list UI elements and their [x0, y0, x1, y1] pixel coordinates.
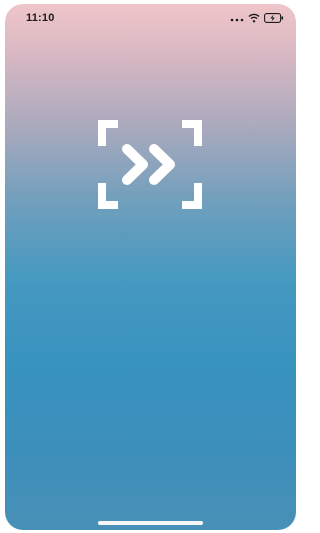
chevron-left-arrow — [122, 144, 148, 185]
status-icons — [230, 13, 284, 25]
chevron-right-arrow — [149, 144, 175, 185]
wifi-icon — [248, 10, 260, 28]
frame-corner-bottom-left — [98, 183, 118, 209]
status-time: 11:10 — [26, 12, 55, 24]
frame-corner-top-right — [182, 120, 202, 146]
frame-corner-top-left — [98, 120, 118, 146]
frame-corner-bottom-right — [182, 183, 202, 209]
splash-screen: 11:10 — [5, 4, 296, 530]
phone-frame: 11:10 — [0, 0, 300, 533]
signal-dots-icon — [230, 10, 244, 28]
status-bar: 11:10 — [5, 4, 296, 34]
home-indicator[interactable] — [98, 521, 203, 525]
battery-charging-icon — [264, 10, 284, 28]
app-logo-icon — [94, 116, 206, 213]
